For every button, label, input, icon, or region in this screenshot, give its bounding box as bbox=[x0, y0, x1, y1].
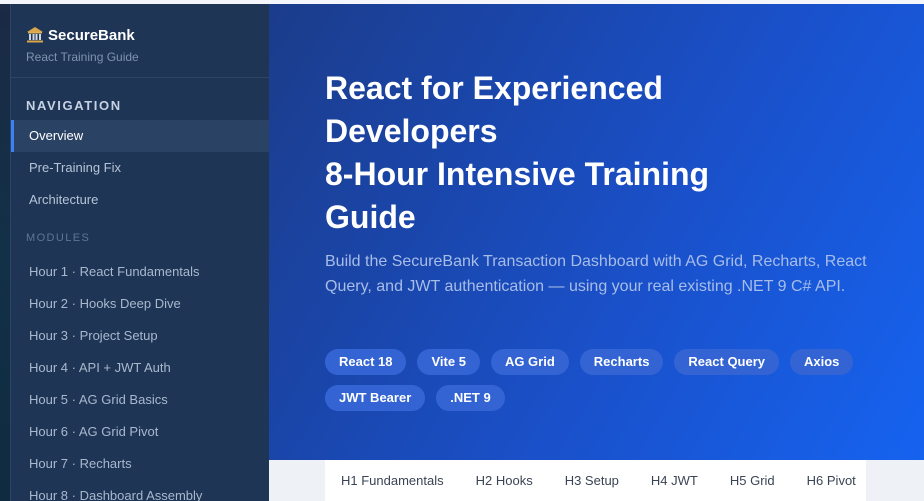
hero-subtitle: Build the SecureBank Transaction Dashboa… bbox=[325, 253, 867, 295]
brand-header: SecureBank React Training Guide bbox=[11, 4, 269, 78]
module-item-hour-7[interactable]: Hour 7 · Recharts bbox=[11, 448, 269, 480]
tech-tag: AG Grid bbox=[490, 349, 569, 375]
navigation-heading: NAVIGATION bbox=[26, 98, 122, 113]
title-line: Guide bbox=[325, 199, 416, 235]
module-item-hour-5[interactable]: Hour 5 · AG Grid Basics bbox=[11, 384, 269, 416]
tab-h2-hooks[interactable]: H2 Hooks bbox=[476, 473, 533, 488]
module-item-hour-2[interactable]: Hour 2 · Hooks Deep Dive bbox=[11, 288, 269, 320]
content-area: H1 Fundamentals H2 Hooks H3 Setup H4 JWT… bbox=[269, 460, 924, 501]
hero-banner: React for Experienced Developers 8-Hour … bbox=[269, 4, 924, 460]
title-line: 8-Hour Intensive Training bbox=[325, 156, 710, 192]
tech-tag: Recharts bbox=[579, 349, 664, 375]
title-line: Developers bbox=[325, 113, 498, 149]
tab-h1-fundamentals[interactable]: H1 Fundamentals bbox=[341, 473, 444, 488]
module-item-hour-6[interactable]: Hour 6 · AG Grid Pivot bbox=[11, 416, 269, 448]
nav-item-architecture[interactable]: Architecture bbox=[11, 184, 269, 216]
brand-row: SecureBank bbox=[26, 26, 269, 44]
hour-tabs: H1 Fundamentals H2 Hooks H3 Setup H4 JWT… bbox=[325, 460, 866, 501]
background-edge bbox=[0, 4, 10, 501]
bank-icon bbox=[26, 26, 44, 44]
page-title: React for Experienced Developers 8-Hour … bbox=[325, 67, 845, 239]
modules-heading: MODULES bbox=[26, 232, 91, 244]
tech-tag: JWT Bearer bbox=[325, 385, 426, 411]
tech-tags: React 18 Vite 5 AG Grid Recharts React Q… bbox=[325, 349, 885, 411]
tech-tag: .NET 9 bbox=[436, 385, 505, 411]
tech-tag: React 18 bbox=[325, 349, 407, 375]
tech-tag: React Query bbox=[674, 349, 780, 375]
nav-item-overview[interactable]: Overview bbox=[11, 120, 269, 152]
sidebar: SecureBank React Training Guide NAVIGATI… bbox=[10, 4, 269, 501]
title-line: React for Experienced bbox=[325, 70, 663, 106]
brand-subtitle: React Training Guide bbox=[26, 50, 139, 64]
nav-item-pre-training-fix[interactable]: Pre-Training Fix bbox=[11, 152, 269, 184]
tech-tag: Axios bbox=[790, 349, 854, 375]
tech-tag: Vite 5 bbox=[417, 349, 480, 375]
tab-h3-setup[interactable]: H3 Setup bbox=[565, 473, 619, 488]
tab-h5-grid[interactable]: H5 Grid bbox=[730, 473, 775, 488]
tab-h6-pivot[interactable]: H6 Pivot bbox=[807, 473, 856, 488]
module-item-hour-1[interactable]: Hour 1 · React Fundamentals bbox=[11, 256, 269, 288]
tab-h4-jwt[interactable]: H4 JWT bbox=[651, 473, 698, 488]
module-item-hour-3[interactable]: Hour 3 · Project Setup bbox=[11, 320, 269, 352]
module-item-hour-8[interactable]: Hour 8 · Dashboard Assembly bbox=[11, 480, 269, 501]
brand-name: SecureBank bbox=[48, 26, 135, 44]
module-item-hour-4[interactable]: Hour 4 · API + JWT Auth bbox=[11, 352, 269, 384]
